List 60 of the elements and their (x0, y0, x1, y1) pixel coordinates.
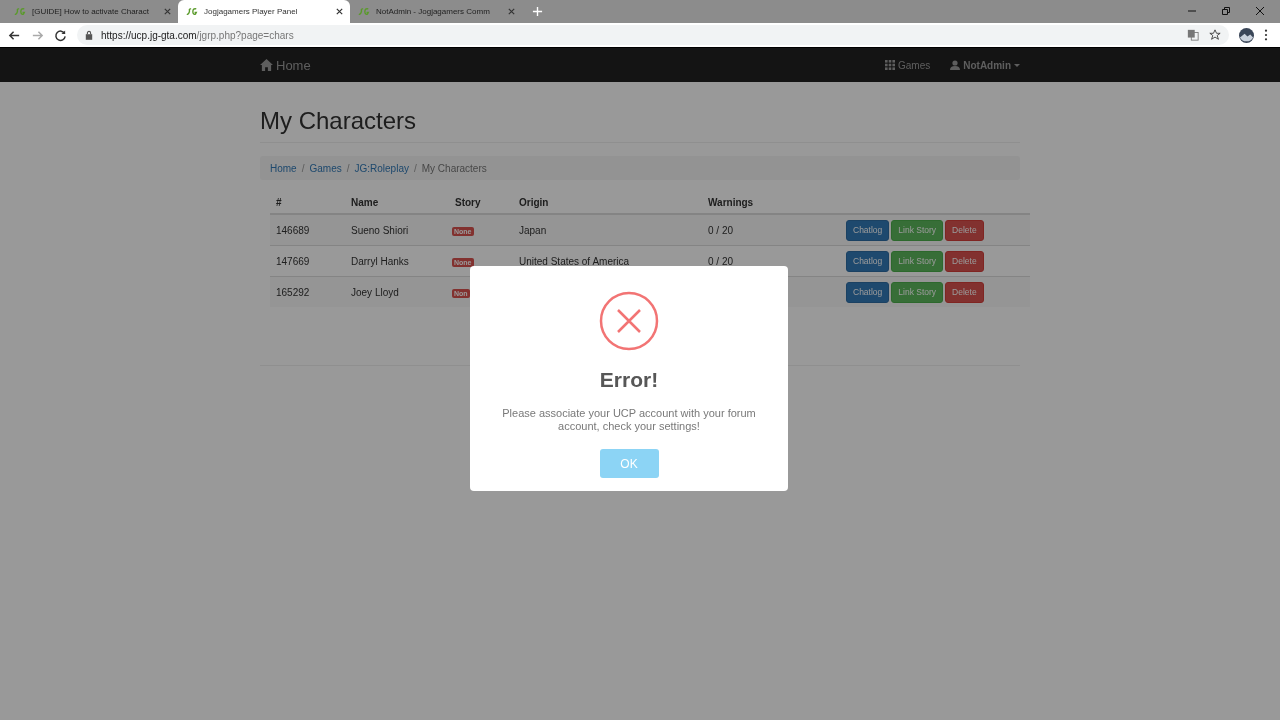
ok-button[interactable]: OK (599, 449, 659, 478)
home-icon (260, 59, 273, 71)
breadcrumb-separator: / (413, 162, 417, 174)
browser-tab[interactable]: Jogjagamers Player Panel (178, 0, 350, 23)
browser-tab[interactable]: NotAdmin - Jogjagamers Comm (350, 0, 522, 23)
avatar-icon[interactable] (1239, 27, 1254, 43)
table-cell: Darryl Hanks (351, 255, 409, 267)
games-link[interactable]: Games (885, 59, 931, 71)
grid-icon (885, 60, 895, 70)
url-path: /jgrp.php?page=chars (196, 29, 294, 41)
chatlog-button[interactable]: Chatlog (846, 219, 890, 241)
table-cell: United States of America (519, 255, 630, 267)
table-cell: Sueno Shiori (351, 224, 409, 236)
star-icon[interactable] (1209, 29, 1221, 41)
chatlog-button[interactable]: Chatlog (846, 250, 890, 272)
dialog-message: Please associate your UCP account with your forum account, check your settings! (501, 407, 757, 433)
user-icon (950, 60, 961, 70)
logo-icon (358, 7, 370, 16)
tab-title: [GUIDE] How to activate Charact (32, 7, 150, 16)
chatlog-button[interactable]: Chatlog (846, 281, 890, 303)
delete-button[interactable]: Delete (945, 250, 984, 272)
table-cell: 147669 (276, 255, 310, 267)
translate-icon[interactable] (1187, 29, 1199, 41)
link-story-button[interactable]: Link Story (891, 250, 944, 272)
delete-button[interactable]: Delete (945, 281, 984, 303)
restore-icon[interactable] (1220, 5, 1232, 17)
link-story-button[interactable]: Link Story (891, 219, 944, 241)
url-host: https://ucp.jg-gta.com (101, 29, 197, 41)
page-title: My Characters (260, 107, 1020, 143)
new-tab-icon[interactable] (532, 6, 543, 17)
logo-icon (186, 7, 198, 16)
table-cell: 165292 (276, 286, 310, 298)
table-cell: 0 / 20 (708, 255, 734, 267)
close-icon[interactable] (335, 7, 344, 16)
breadcrumb-current: My Characters (421, 162, 487, 174)
breadcrumb-separator: / (301, 162, 305, 174)
browser-tab[interactable]: [GUIDE] How to activate Charact (6, 0, 178, 23)
table-cell: Japan (519, 224, 547, 236)
tab-title: NotAdmin - Jogjagamers Comm (376, 7, 491, 16)
error-icon (599, 291, 659, 351)
link-story-button[interactable]: Link Story (891, 281, 944, 303)
table-cell: 146689 (276, 224, 310, 236)
logo-icon (14, 7, 26, 16)
breadcrumb-separator: / (346, 162, 350, 174)
user-menu[interactable]: NotAdmin (950, 59, 1020, 71)
tab-title: Jogjagamers Player Panel (204, 7, 299, 16)
address-bar[interactable]: https://ucp.jg-gta.com/jgrp.php?page=chars (77, 25, 1229, 45)
caret-icon (1014, 63, 1020, 67)
dialog-title: Error! (599, 368, 659, 392)
close-icon[interactable] (1254, 5, 1266, 17)
breadcrumb-link[interactable]: Home (270, 162, 297, 174)
breadcrumb-link[interactable]: Games (309, 162, 342, 174)
reload-icon[interactable] (54, 28, 67, 42)
menu-icon[interactable] (1264, 29, 1268, 41)
lock-icon (85, 30, 93, 40)
table-cell: Joey Lloyd (351, 286, 399, 298)
breadcrumb-link[interactable]: JG:Roleplay (354, 162, 409, 174)
table-cell: 0 / 20 (708, 224, 734, 236)
delete-button[interactable]: Delete (945, 219, 984, 241)
home-link[interactable]: Home (260, 57, 311, 73)
